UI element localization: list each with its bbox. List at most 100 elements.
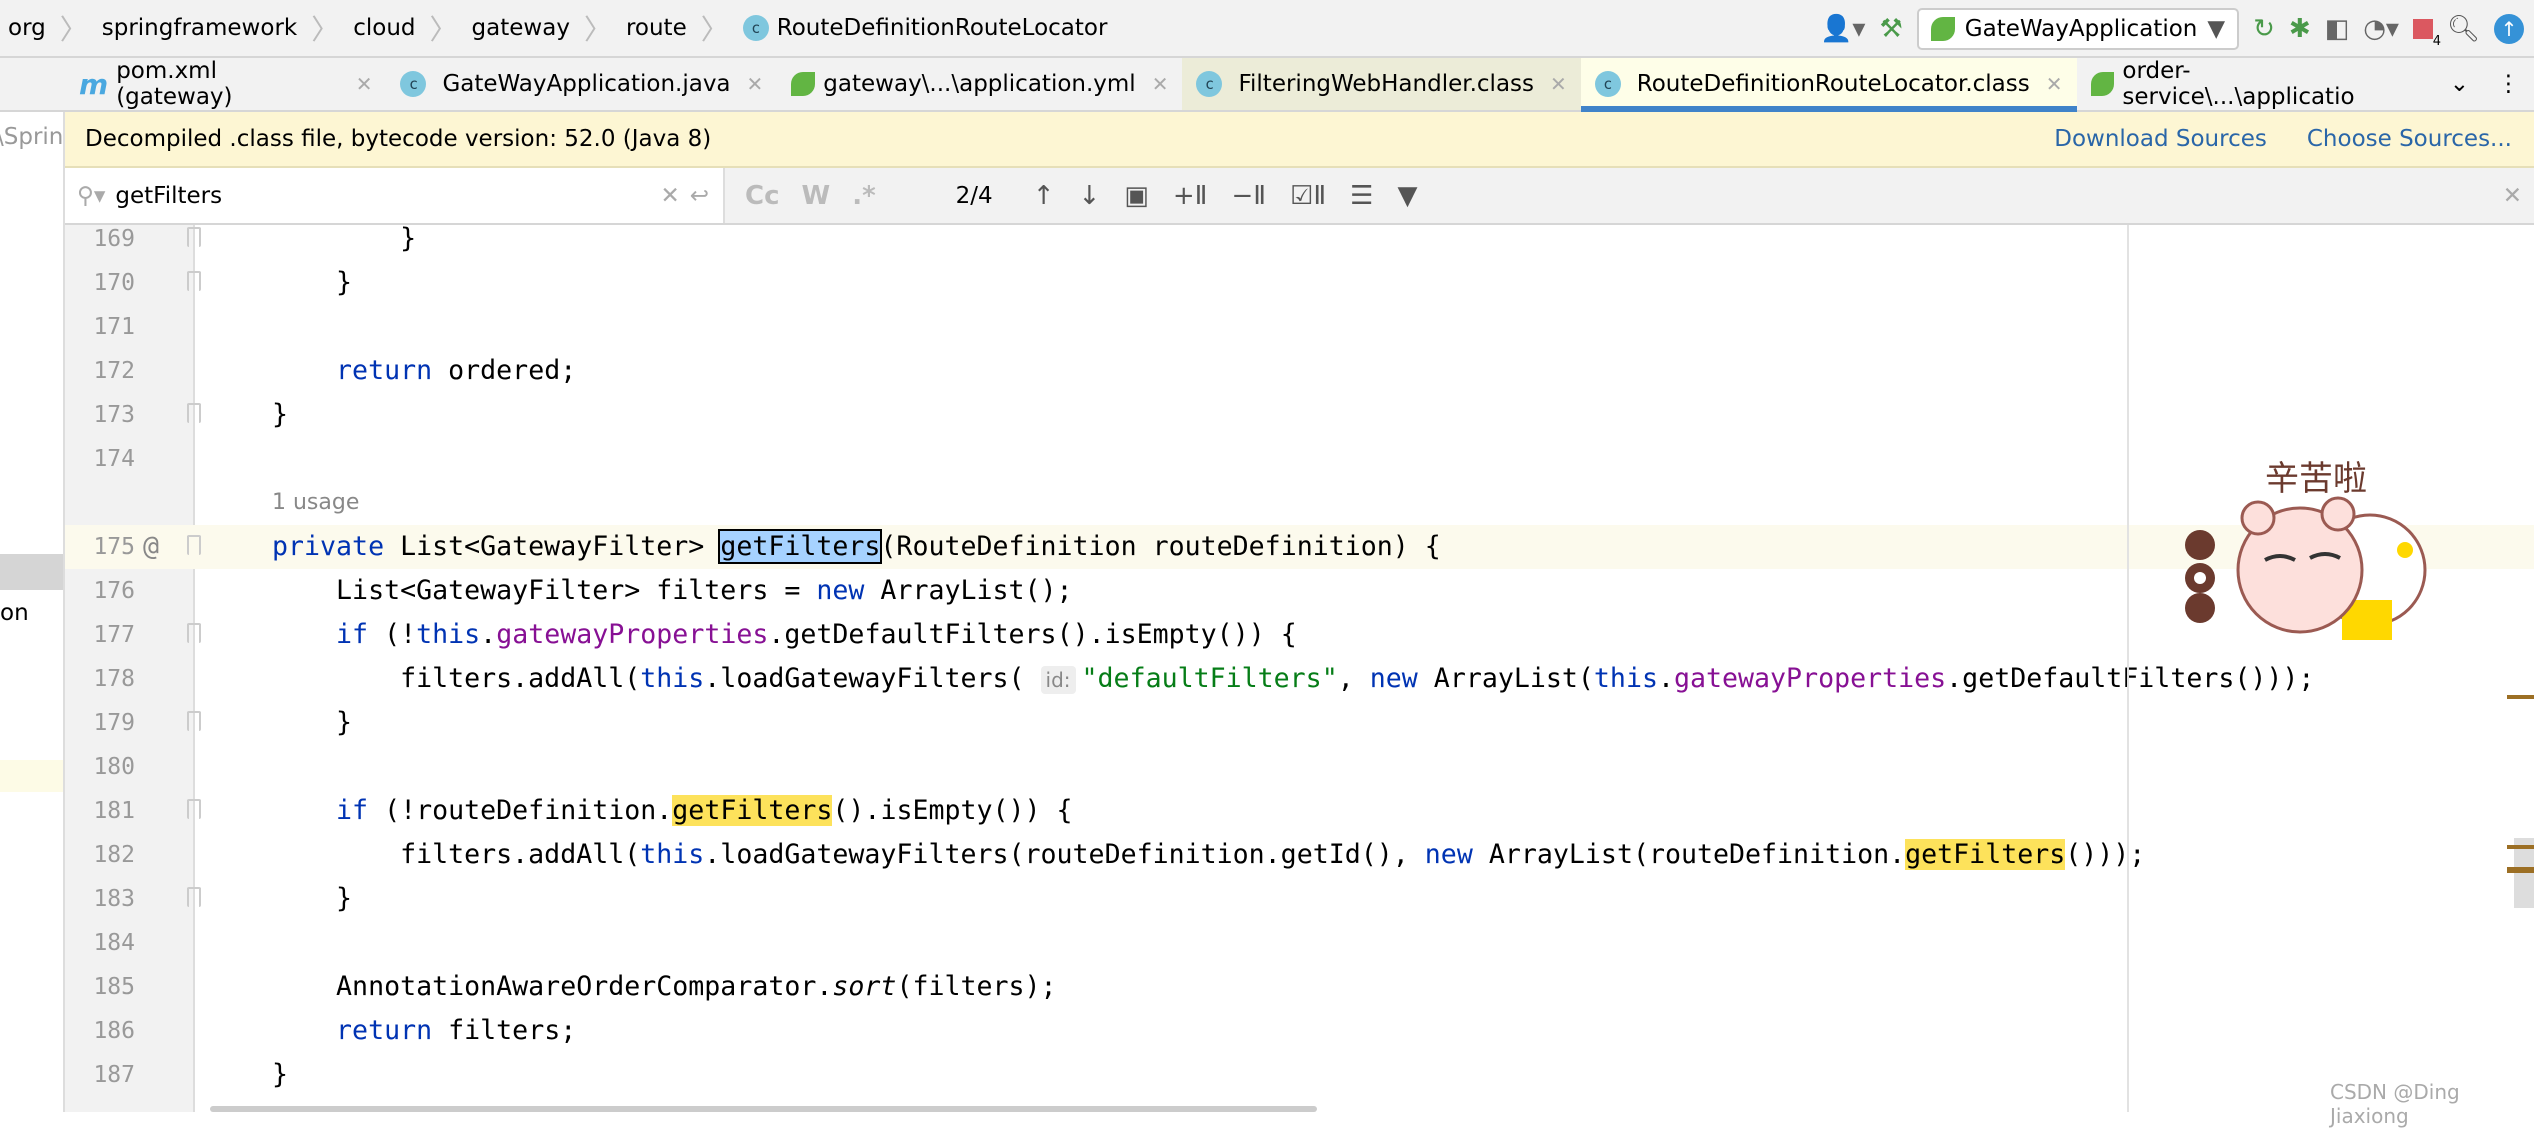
annotation-gutter-icon[interactable]: @ [143, 525, 159, 569]
match-case-toggle[interactable]: Cc [745, 181, 780, 211]
code-token: List<GatewayFilter> filters = [272, 575, 817, 606]
update-icon[interactable]: ↑ [2494, 14, 2524, 44]
code-text: if (!routeDefinition.getFilters().isEmpt… [272, 789, 1073, 833]
fold-marker-icon[interactable] [187, 799, 201, 819]
find-bar: ⚲▾ getFilters ✕ ↩ Cc W .* 2/4 ↑ ↓ ▣ +Ⅱ −… [65, 168, 2534, 225]
code-text: } [272, 701, 352, 745]
code-token: } [272, 883, 353, 914]
words-toggle[interactable]: W [802, 181, 831, 211]
fold-marker-icon[interactable] [187, 535, 201, 555]
tab-2[interactable]: gateway\...\application.yml ✕ [777, 58, 1182, 110]
filter-options-icon[interactable]: ☰ [1350, 181, 1373, 211]
usage-count-link[interactable]: 1 usage [272, 481, 359, 525]
stop-icon[interactable]: 4 [2412, 19, 2441, 49]
fold-marker-icon[interactable] [187, 623, 201, 643]
class-icon: c [1196, 71, 1223, 97]
fold-marker-icon[interactable] [187, 887, 201, 907]
code-token: .loadGatewayFilters(routeDefinition.getI… [704, 839, 1425, 870]
tab-5[interactable]: order-service\...\applicatio [2077, 58, 2436, 110]
clear-icon[interactable]: ✕ [660, 183, 679, 209]
in-selection-icon[interactable]: ▣ [1124, 181, 1149, 211]
decompiled-banner: Decompiled .class file, bytecode version… [65, 112, 2534, 168]
code-token: (RouteDefinition routeDefinition) { [880, 531, 1441, 562]
line-number: 173 [93, 402, 135, 428]
run-config-select[interactable]: GateWayApplication ▼ [1916, 8, 2240, 50]
more-options-icon[interactable]: ⋮ [2483, 58, 2534, 110]
search-input[interactable]: ⚲▾ getFilters ✕ ↩ [65, 168, 725, 223]
close-tab-icon[interactable]: ✕ [356, 72, 373, 96]
new-line-icon[interactable]: ↩ [690, 183, 709, 209]
chevron-right-icon: 〉 [59, 13, 88, 46]
scroll-marker[interactable] [2507, 845, 2534, 849]
profiler-icon[interactable]: ◔▾ [2363, 14, 2399, 44]
previous-occurrence-icon[interactable]: ↑ [1033, 181, 1055, 211]
close-search-icon[interactable]: ✕ [2503, 183, 2522, 209]
tabs-overflow-chevron-icon[interactable]: ⌄ [2436, 58, 2483, 110]
code-token: } [272, 399, 289, 430]
regex-toggle[interactable]: .* [852, 181, 875, 211]
line-number: 175 [93, 534, 135, 560]
code-line: 175 @ private List<GatewayFilter> getFilte… [65, 525, 2534, 569]
filter-icon[interactable]: ▼ [1397, 181, 1417, 211]
select-all-occurrences-icon[interactable]: ☑Ⅱ [1290, 181, 1326, 211]
user-icon[interactable]: 👤▾ [1820, 14, 1865, 44]
close-tab-icon[interactable]: ✕ [2046, 72, 2063, 96]
code-token: } [272, 225, 417, 254]
parameter-hint: id: [1040, 666, 1076, 694]
code-token: .getDefaultFilters().isEmpty()) { [768, 619, 1297, 650]
line-number: 169 [93, 226, 135, 252]
line-number: 172 [93, 358, 135, 384]
search-icon[interactable]: 🔍︎ [2447, 14, 2480, 44]
breadcrumb-item[interactable]: cloud [345, 15, 423, 41]
project-tree-item[interactable]: on [0, 600, 29, 626]
project-tree-item[interactable]: \Spring [0, 124, 63, 150]
remove-occurrence-icon[interactable]: −Ⅱ [1231, 181, 1266, 211]
tab-label: RouteDefinitionRouteLocator.class [1636, 71, 2030, 97]
fold-marker-icon[interactable] [187, 227, 201, 247]
coverage-icon[interactable]: ◧ [2325, 14, 2350, 44]
horizontal-scrollbar[interactable] [210, 1106, 1317, 1112]
code-token: this [640, 839, 705, 870]
add-occurrence-icon[interactable]: +Ⅱ [1173, 181, 1208, 211]
fold-marker-icon[interactable] [187, 271, 201, 291]
code-editor[interactable]: 169 } 170 } 171 172 return ordered; 173} 174 1… [65, 225, 2534, 1112]
breadcrumb-item[interactable]: gateway [464, 15, 578, 41]
code-text: private List<GatewayFilter> getFilters(R… [272, 525, 1441, 569]
chevron-right-icon: 〉 [583, 13, 612, 46]
line-number: 177 [93, 622, 135, 648]
project-tree-selected[interactable] [0, 554, 63, 590]
build-hammer-icon[interactable]: ⚒ [1879, 14, 1902, 44]
close-tab-icon[interactable]: ✕ [1152, 72, 1169, 96]
code-token: "defaultFilters" [1081, 663, 1338, 694]
tab-4[interactable]: c RouteDefinitionRouteLocator.class ✕ [1580, 58, 2077, 112]
next-occurrence-icon[interactable]: ↓ [1078, 181, 1100, 211]
breadcrumb-item[interactable]: c RouteDefinitionRouteLocator [735, 15, 1116, 41]
code-token: new [816, 575, 865, 606]
code-token: . [480, 619, 497, 650]
tab-3[interactable]: c FilteringWebHandler.class ✕ [1182, 58, 1581, 110]
code-text: return ordered; [272, 349, 576, 393]
code-token: List<GatewayFilter> [384, 531, 721, 562]
tab-1[interactable]: c GateWayApplication.java ✕ [386, 58, 777, 110]
breadcrumb-item[interactable]: org [0, 15, 54, 41]
rerun-icon[interactable]: ↻ [2253, 14, 2275, 44]
choose-sources-link[interactable]: Choose Sources... [2307, 126, 2512, 152]
tab-0[interactable]: m pom.xml (gateway) ✕ [65, 58, 386, 110]
breadcrumb-item[interactable]: route [618, 15, 695, 41]
debug-bug-icon[interactable]: ✱ [2289, 14, 2311, 44]
tab-label: pom.xml (gateway) [116, 58, 233, 110]
close-tab-icon[interactable]: ✕ [1550, 72, 1567, 96]
breadcrumb-item[interactable]: springframework [94, 15, 305, 41]
code-token: sort [832, 971, 897, 1002]
close-tab-icon[interactable]: ✕ [747, 72, 764, 96]
fold-marker-icon[interactable] [187, 711, 201, 731]
scroll-marker[interactable] [2507, 867, 2534, 873]
fold-marker-icon[interactable] [187, 403, 201, 423]
scroll-marker[interactable] [2507, 695, 2534, 699]
code-line: 182 filters.addAll(this.loadGatewayFilte… [65, 833, 2534, 877]
download-sources-link[interactable]: Download Sources [2054, 126, 2267, 152]
line-number: 171 [93, 314, 135, 340]
right-margin-guide [2127, 225, 2129, 1112]
stop-badge: 4 [2432, 34, 2441, 49]
breadcrumb-label: RouteDefinitionRouteLocator [776, 15, 1108, 41]
